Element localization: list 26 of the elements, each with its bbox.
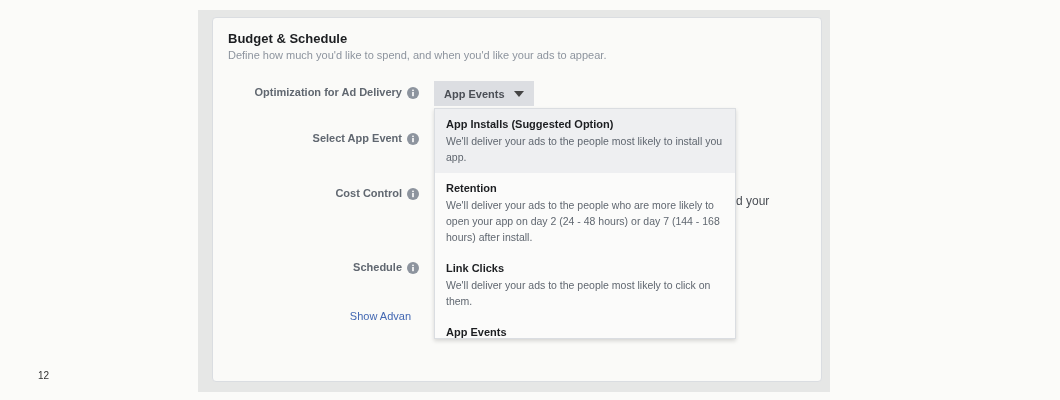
- menu-item-description: We'll deliver your ads to the people most likely to click on them.: [446, 278, 712, 309]
- info-icon[interactable]: [407, 87, 419, 99]
- menu-item-title: Link Clicks: [446, 262, 506, 274]
- menu-item[interactable]: App Installs (Suggested Option) We'll deliver your ads to the people most likely to install you app.: [435, 109, 735, 173]
- section-subtitle: Define how much you'd like to spend, and when you'd like your ads to appear.: [228, 49, 608, 61]
- dropdown-button[interactable]: App Events: [434, 81, 534, 106]
- menu-item[interactable]: Retention We'll deliver your ads to the people who are more likely to open your app on day 2 (24 - 48 hours) or day 7 (144 - 168 hours) after install.: [435, 173, 735, 253]
- field-text: d your: [736, 194, 770, 208]
- section-title: Budget & Schedule: [228, 31, 349, 46]
- show-advanced-link[interactable]: Show Advan: [349, 310, 411, 322]
- menu-item[interactable]: App Events: [435, 317, 735, 338]
- caret-icon: [513, 90, 524, 97]
- field-label: Schedule: [353, 261, 402, 273]
- field-label: Optimization for Ad Delivery: [254, 86, 402, 98]
- menu-item-title: Retention: [446, 182, 498, 194]
- page-number: 12: [38, 370, 50, 381]
- menu-item-description: We'll deliver your ads to the people most likely to install you app.: [446, 134, 724, 165]
- info-icon[interactable]: [407, 133, 419, 145]
- info-icon[interactable]: [407, 262, 419, 274]
- field-label: Select App Event: [312, 132, 402, 144]
- menu-item-description: We'll deliver your ads to the people who are more likely to open your app on day 2 (24 - 48 hours) or day 7 (144 - 168 hours) after install.: [446, 198, 721, 245]
- menu-item-title: App Events: [446, 326, 508, 338]
- menu-item-title: App Installs (Suggested Option): [446, 118, 615, 130]
- field-label: Cost Control: [335, 187, 402, 199]
- menu-item[interactable]: Link Clicks We'll deliver your ads to the people most likely to click on them.: [435, 253, 735, 317]
- info-icon[interactable]: [407, 188, 419, 200]
